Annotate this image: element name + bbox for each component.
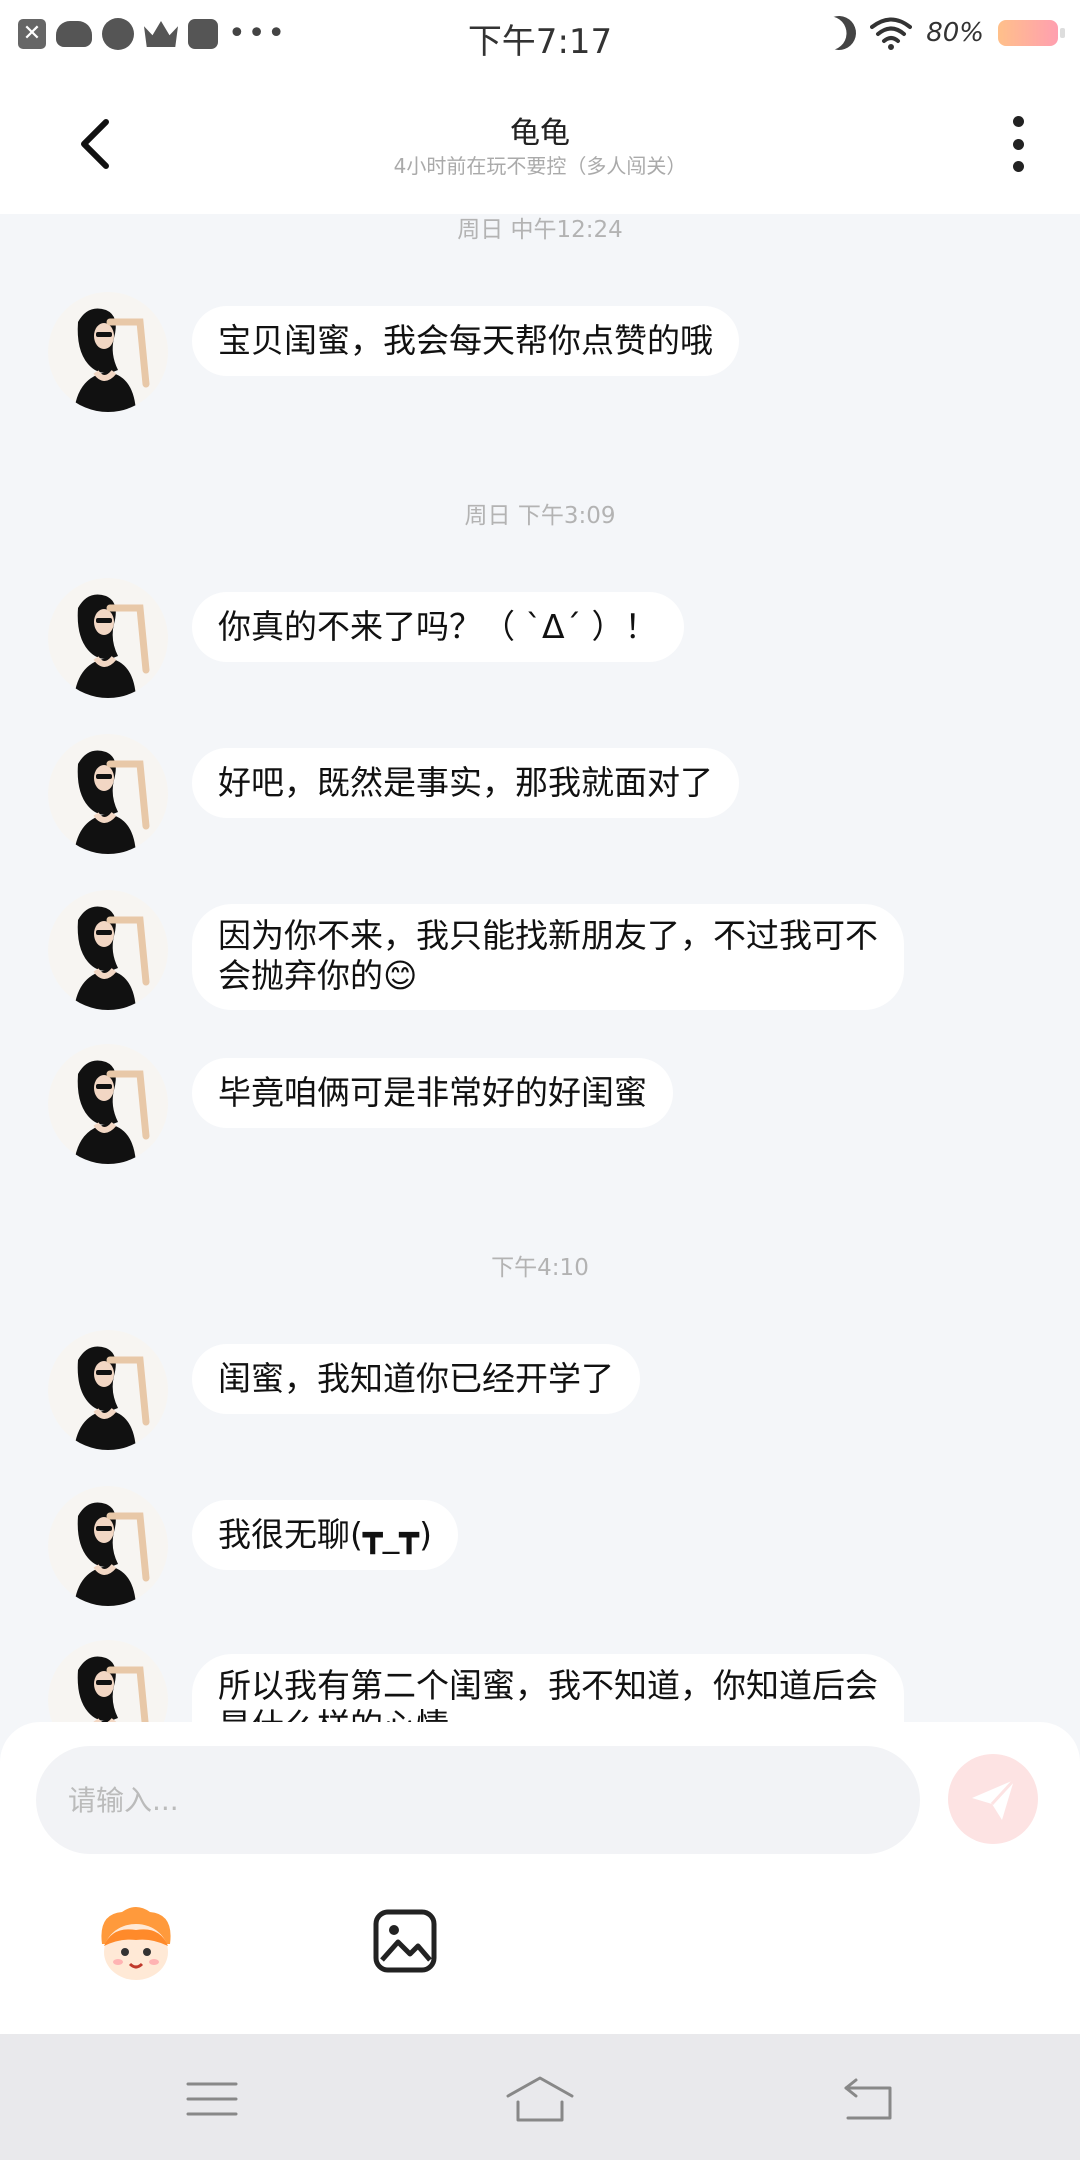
wifi-icon <box>870 16 913 50</box>
menu-button[interactable] <box>182 2074 242 2124</box>
avatar-image <box>48 1044 168 1164</box>
emoji-icon <box>101 1907 171 1980</box>
return-icon <box>844 2078 892 2120</box>
message-bubble[interactable]: 你真的不来了吗？（ `Δ´ ）！ <box>192 592 684 662</box>
avatar[interactable] <box>48 1044 168 1164</box>
home-button[interactable] <box>504 2074 576 2124</box>
avatar-image <box>48 292 168 412</box>
avatar-image <box>48 1486 168 1606</box>
battery-level: 80% <box>926 18 984 48</box>
emoji-button[interactable] <box>92 1904 180 1986</box>
do-not-disturb-icon <box>817 11 861 55</box>
contact-status: 4小时前在玩不要控（多人闯关） <box>393 154 687 178</box>
home-icon <box>506 2076 574 2122</box>
avatar-image <box>48 1640 168 1722</box>
timestamp: 周日 下午3:09 <box>464 503 616 529</box>
message-input[interactable] <box>36 1746 920 1854</box>
avatar[interactable] <box>48 578 168 698</box>
avatar[interactable] <box>48 1486 168 1606</box>
menu-icon <box>186 2082 238 2116</box>
send-button[interactable] <box>948 1754 1038 1844</box>
avatar[interactable] <box>48 292 168 412</box>
status-indicators: 80% <box>822 16 1065 50</box>
image-icon <box>373 1909 437 1973</box>
message-bubble[interactable]: 毕竟咱俩可是非常好的好闺蜜 <box>192 1058 673 1128</box>
image-button[interactable] <box>372 1908 438 1974</box>
avatar[interactable] <box>48 734 168 854</box>
timestamp: 下午4:10 <box>491 1255 589 1281</box>
message-bubble[interactable]: 我很无聊(┳_┳) <box>192 1500 458 1570</box>
more-options-button[interactable] <box>1008 116 1028 172</box>
message-bubble[interactable]: 好吧，既然是事实，那我就面对了 <box>192 748 739 818</box>
system-nav-bar <box>0 2034 1080 2160</box>
avatar-image <box>48 578 168 698</box>
avatar[interactable] <box>48 890 168 1010</box>
avatar-image <box>48 1330 168 1450</box>
status-bar: ✕ ••• 下午7:17 80% <box>0 0 1080 72</box>
chat-header: 龟龟 4小时前在玩不要控（多人闯关） <box>0 72 1080 214</box>
avatar[interactable] <box>48 1640 168 1722</box>
composer <box>0 1722 1080 2034</box>
more-vertical-icon-dot <box>1012 138 1024 150</box>
contact-name: 龟龟 <box>510 116 570 151</box>
avatar[interactable] <box>48 1330 168 1450</box>
message-bubble[interactable]: 所以我有第二个闺蜜，我不知道，你知道后会是什么样的心情 <box>192 1654 904 1722</box>
send-icon <box>972 1778 1016 1820</box>
more-vertical-icon <box>1012 116 1024 127</box>
back-nav-button[interactable] <box>838 2074 898 2124</box>
battery-icon <box>998 20 1065 46</box>
timestamp: 周日 中午12:24 <box>457 217 623 243</box>
message-bubble[interactable]: 因为你不来，我只能找新朋友了，不过我可不会抛弃你的😊 <box>192 904 904 1010</box>
avatar-image <box>48 734 168 854</box>
message-bubble[interactable]: 宝贝闺蜜，我会每天帮你点赞的哦 <box>192 306 739 376</box>
message-bubble[interactable]: 闺蜜，我知道你已经开学了 <box>192 1344 640 1414</box>
avatar-image <box>48 890 168 1010</box>
message-list[interactable]: 周日 中午12:24 宝贝闺蜜，我会每天帮你点赞的哦 周日 下午3:09 你真的… <box>0 214 1080 1722</box>
more-vertical-icon-dot <box>1012 161 1024 172</box>
